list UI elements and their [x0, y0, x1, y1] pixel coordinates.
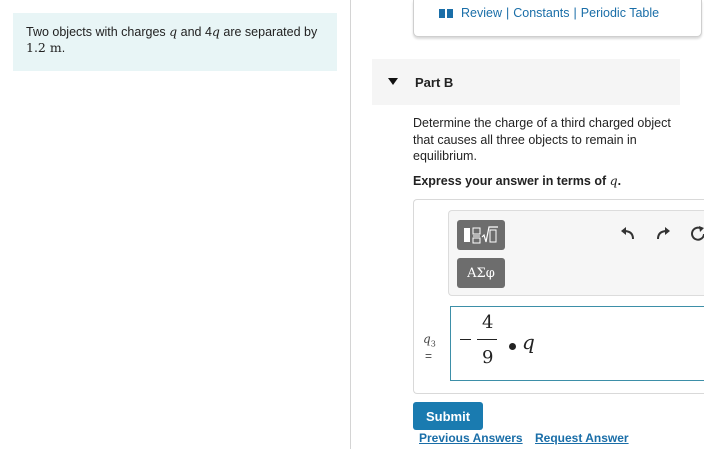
- question-text: Determine the charge of a third charged …: [413, 116, 671, 163]
- fraction-numerator: 4: [482, 312, 494, 333]
- problem-text: Two objects with charges: [26, 25, 170, 39]
- variable-symbol: q: [423, 332, 431, 346]
- panel-divider: [350, 0, 351, 449]
- fraction-bar: [477, 339, 497, 340]
- instructions-end: .: [617, 174, 622, 188]
- undo-icon[interactable]: [619, 225, 637, 247]
- redo-icon[interactable]: [654, 225, 672, 247]
- previous-answers-link[interactable]: Previous Answers: [419, 431, 523, 445]
- reset-icon[interactable]: [689, 225, 704, 247]
- instructions-variable: q: [609, 173, 618, 188]
- charge-variable: q: [211, 24, 220, 39]
- problem-text: and 4: [177, 25, 212, 39]
- problem-text: .: [61, 41, 66, 55]
- fraction-denominator: 9: [482, 347, 494, 368]
- answer-variable-label: q3: [423, 332, 436, 348]
- math-toolbar: ΑΣφ: [448, 210, 704, 296]
- periodic-table-link[interactable]: Periodic Table: [581, 6, 659, 20]
- request-answer-link[interactable]: Request Answer: [535, 431, 629, 445]
- templates-button[interactable]: [457, 220, 505, 250]
- link-separator: |: [506, 6, 510, 20]
- link-separator: |: [573, 6, 577, 20]
- instructions-text: Express your answer in terms of: [413, 174, 610, 188]
- templates-icon: [464, 226, 498, 244]
- answer-box: ΑΣφ q3 = 4 9 q: [413, 199, 704, 394]
- greek-symbols-button[interactable]: ΑΣφ: [457, 258, 505, 288]
- review-link[interactable]: Review: [461, 6, 502, 20]
- charge-variable: q: [169, 24, 178, 39]
- problem-statement: Two objects with charges q and 4q are se…: [13, 13, 337, 71]
- multiply-dot: [509, 343, 516, 350]
- problem-text: are separated by: [219, 25, 318, 39]
- part-title: Part B: [415, 75, 454, 90]
- part-b-header[interactable]: Part B: [372, 59, 680, 105]
- constants-link[interactable]: Constants: [513, 6, 569, 20]
- submit-button[interactable]: Submit: [413, 402, 483, 430]
- collapse-triangle-icon[interactable]: [388, 78, 398, 85]
- answer-instructions: Express your answer in terms of q.: [413, 173, 621, 188]
- distance-value: 1.2 m: [26, 40, 62, 55]
- answer-input[interactable]: 4 9 q: [450, 306, 704, 381]
- book-icon: [439, 8, 454, 19]
- greek-symbols-icon: ΑΣφ: [467, 265, 495, 281]
- answer-variable: q: [522, 330, 535, 354]
- minus-sign: [460, 339, 471, 340]
- equals-sign: =: [425, 349, 433, 363]
- resource-links-bar: Review | Constants | Periodic Table: [413, 0, 702, 37]
- variable-subscript: 3: [430, 339, 436, 349]
